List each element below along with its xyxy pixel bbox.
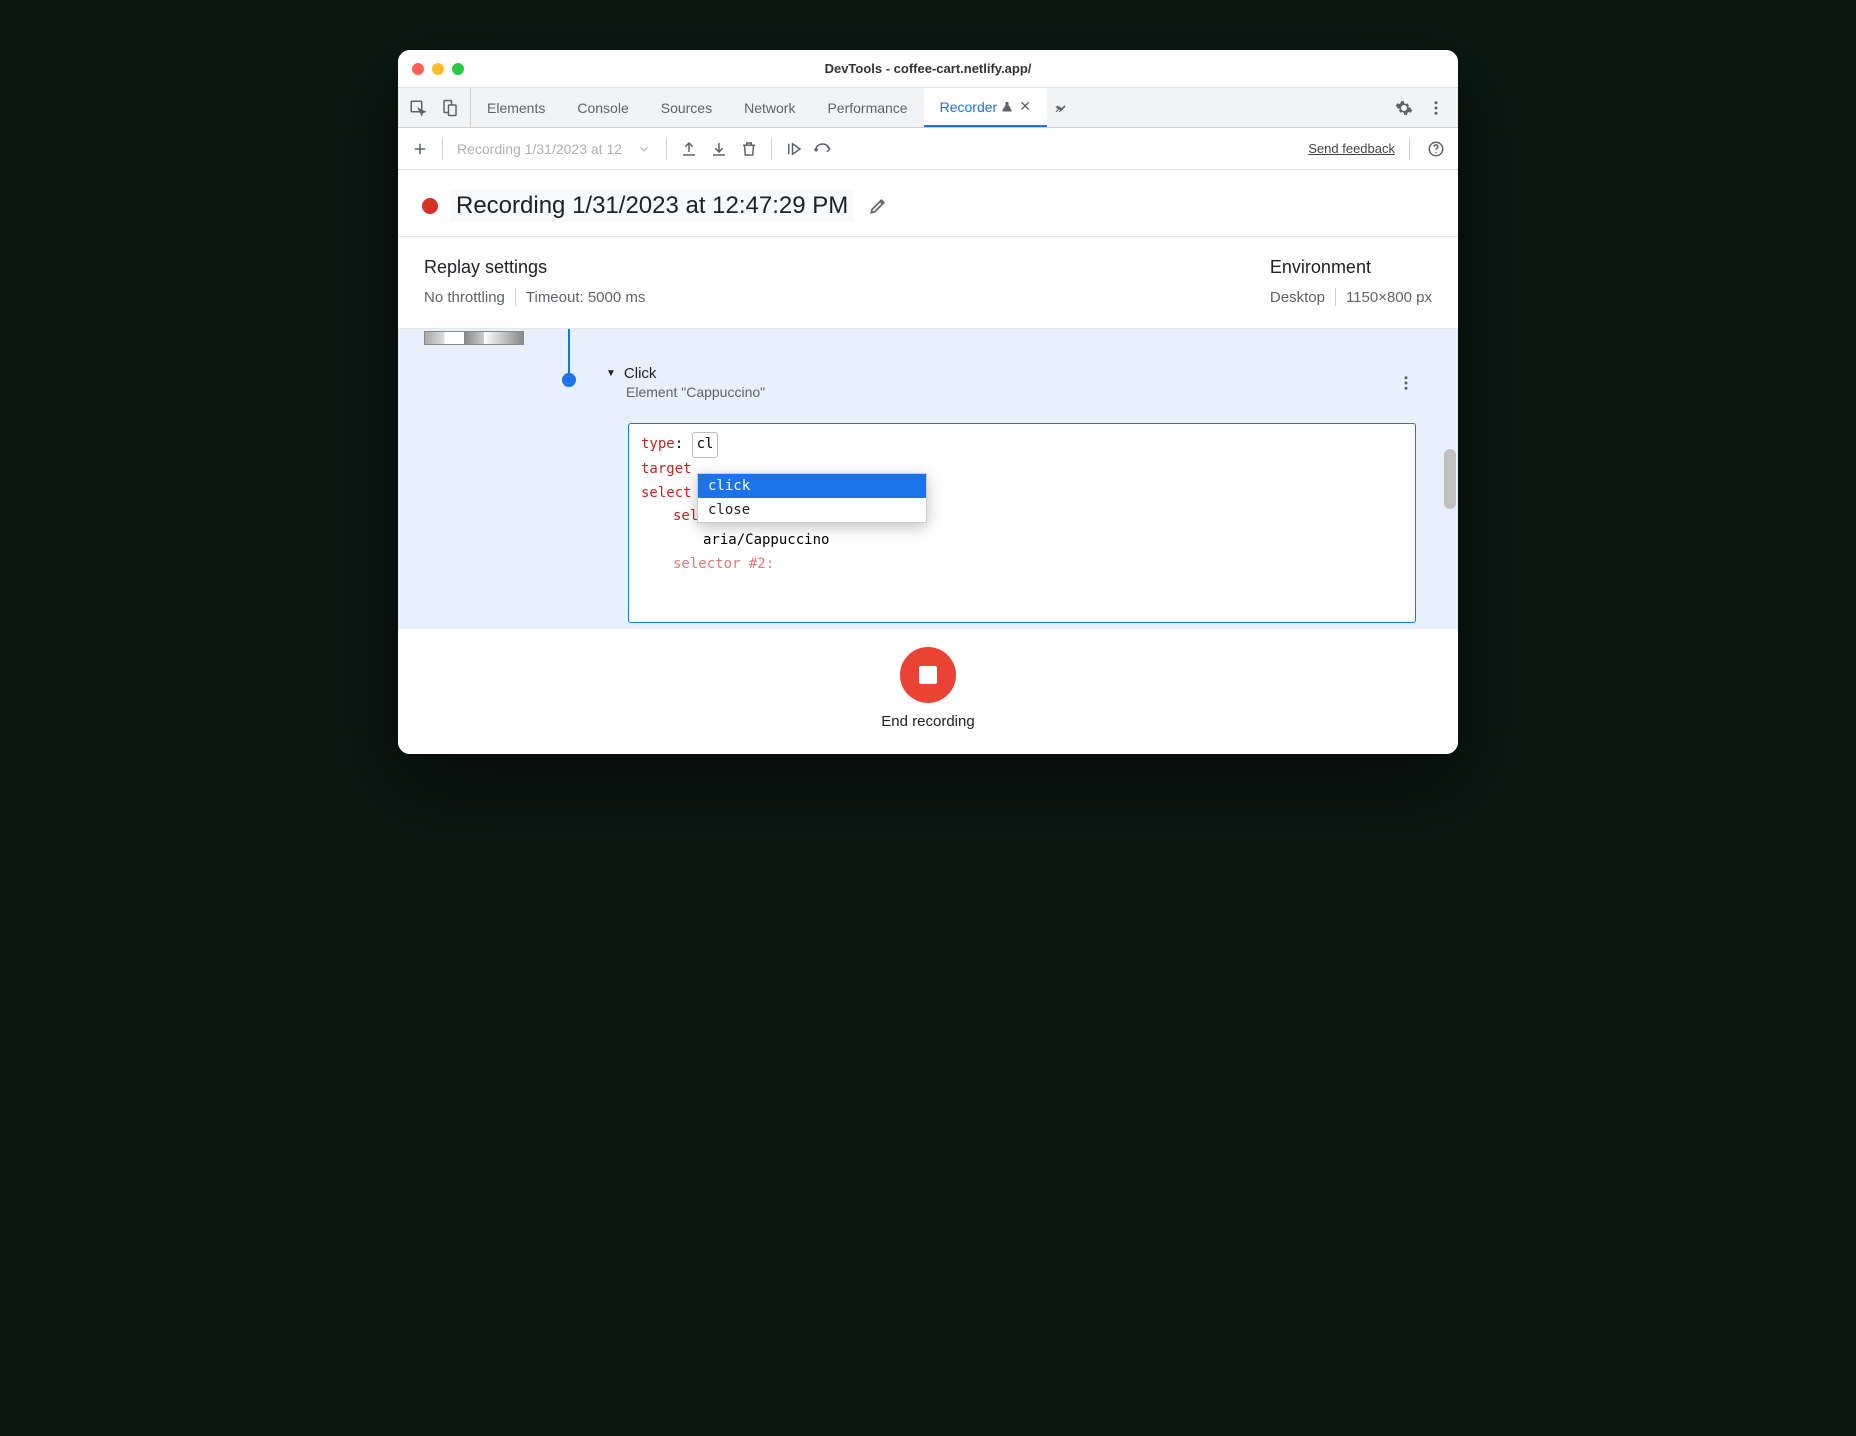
recorder-toolbar: Recording 1/31/2023 at 12 Send feedback: [398, 128, 1458, 170]
step-detail-box: type: cl target select selector #1: aria…: [628, 423, 1416, 623]
experiment-icon: [1001, 100, 1013, 114]
prop-target-label: target: [641, 461, 692, 477]
timeline-rail: [568, 329, 570, 379]
help-icon[interactable]: [1424, 137, 1448, 161]
traffic-lights: [398, 63, 464, 75]
window-close-button[interactable]: [412, 63, 424, 75]
recorder-footer: End recording: [398, 629, 1458, 754]
dropdown-chevron-icon[interactable]: [632, 137, 656, 161]
autocomplete-popup: click close: [697, 473, 927, 523]
environment-heading: Environment: [1270, 257, 1432, 278]
delete-icon[interactable]: [737, 137, 761, 161]
prop-selectors-label: select: [641, 485, 692, 501]
window-minimize-button[interactable]: [432, 63, 444, 75]
tab-recorder[interactable]: Recorder ✕: [924, 88, 1047, 127]
timeout-value[interactable]: Timeout: 5000 ms: [526, 289, 646, 306]
settings-icon[interactable]: [1392, 96, 1416, 120]
step-row[interactable]: ▼ Click Element "Cappuccino": [606, 365, 1418, 400]
device-toggle-icon[interactable]: [438, 96, 462, 120]
window-zoom-button[interactable]: [452, 63, 464, 75]
step-icon[interactable]: [812, 137, 836, 161]
tab-elements[interactable]: Elements: [471, 88, 561, 127]
import-icon[interactable]: [707, 137, 731, 161]
step-menu-icon[interactable]: [1394, 371, 1418, 395]
tab-network[interactable]: Network: [728, 88, 811, 127]
recording-title[interactable]: Recording 1/31/2023 at 12:47:29 PM: [450, 190, 854, 222]
settings-row: Replay settings No throttling Timeout: 5…: [398, 237, 1458, 329]
selector2-label-partial: selector #2:: [673, 556, 774, 572]
recording-title-row: Recording 1/31/2023 at 12:47:29 PM: [398, 170, 1458, 237]
kebab-menu-icon[interactable]: [1424, 96, 1448, 120]
device-value[interactable]: Desktop: [1270, 289, 1325, 306]
dimensions-value[interactable]: 1150×800 px: [1346, 289, 1432, 306]
edit-title-icon[interactable]: [866, 194, 890, 218]
end-recording-button[interactable]: [900, 647, 956, 703]
environment-settings-col: Environment Desktop 1150×800 px: [1270, 257, 1432, 306]
type-input[interactable]: cl: [692, 432, 719, 458]
window-title: DevTools - coffee-cart.netlify.app/: [398, 61, 1458, 76]
step-subtitle: Element "Cappuccino": [626, 384, 1418, 400]
scrollbar-thumb[interactable]: [1444, 449, 1456, 509]
devtools-tabbar: Elements Console Sources Network Perform…: [398, 88, 1458, 128]
tab-sources[interactable]: Sources: [645, 88, 728, 127]
selector1-value[interactable]: aria/Cappuccino: [703, 532, 829, 548]
end-recording-label: End recording: [881, 713, 974, 730]
stop-icon: [919, 666, 937, 684]
screenshot-thumbnail[interactable]: [424, 331, 524, 345]
devtools-window: DevTools - coffee-cart.netlify.app/ Elem…: [398, 50, 1458, 754]
more-tabs-icon[interactable]: »: [1053, 96, 1077, 120]
send-feedback-link[interactable]: Send feedback: [1308, 141, 1395, 156]
tab-performance[interactable]: Performance: [811, 88, 923, 127]
step-name: Click: [624, 365, 657, 382]
throttling-value[interactable]: No throttling: [424, 289, 505, 306]
replay-icon[interactable]: [782, 137, 806, 161]
tab-recorder-label: Recorder: [940, 99, 998, 115]
tab-console[interactable]: Console: [561, 88, 644, 127]
add-recording-icon[interactable]: [408, 137, 432, 161]
step-marker-dot: [565, 376, 573, 384]
replay-settings-heading: Replay settings: [424, 257, 645, 278]
autocomplete-item-click[interactable]: click: [698, 474, 926, 498]
inspect-element-icon[interactable]: [406, 96, 430, 120]
collapse-icon[interactable]: ▼: [606, 368, 616, 379]
prop-type-label: type: [641, 436, 675, 452]
recording-indicator-icon: [422, 198, 438, 214]
close-tab-icon[interactable]: ✕: [1019, 98, 1031, 115]
recording-dropdown-label[interactable]: Recording 1/31/2023 at 12: [453, 141, 626, 157]
autocomplete-item-close[interactable]: close: [698, 498, 926, 522]
export-icon[interactable]: [677, 137, 701, 161]
steps-editor: ▼ Click Element "Cappuccino" type: cl ta…: [398, 329, 1458, 629]
window-titlebar: DevTools - coffee-cart.netlify.app/: [398, 50, 1458, 88]
replay-settings-col: Replay settings No throttling Timeout: 5…: [424, 257, 645, 306]
